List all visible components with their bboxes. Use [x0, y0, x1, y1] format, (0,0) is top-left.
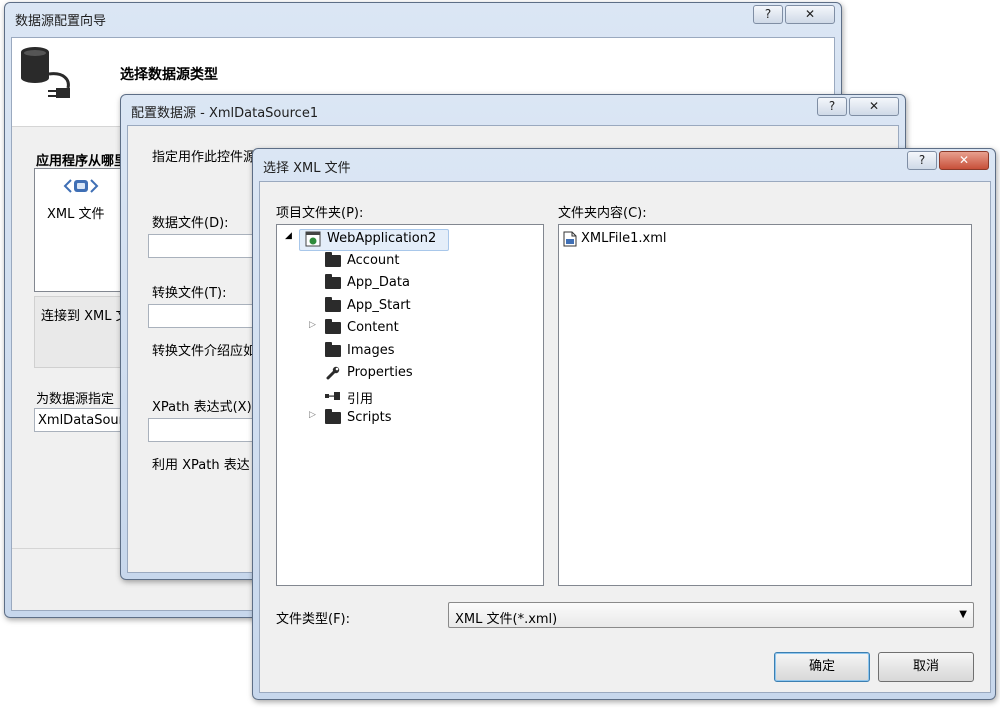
file-type-label: 文件类型(F): — [276, 612, 351, 627]
expand-icon[interactable]: ▷ — [309, 320, 316, 330]
tree-item-label: Images — [347, 343, 395, 358]
tree-item-label: 引用 — [347, 392, 374, 407]
collapse-icon[interactable]: ◢ — [285, 231, 292, 241]
folder-icon — [325, 297, 341, 312]
data-file-label: 数据文件(D): — [152, 216, 229, 231]
help-icon: ? — [918, 153, 926, 167]
id-input[interactable]: XmlDataSour — [34, 408, 134, 432]
reference-icon — [325, 392, 340, 400]
xml-file-icon — [563, 231, 577, 247]
xpath-input[interactable] — [148, 418, 258, 442]
id-label: 为数据源指定 — [36, 392, 115, 407]
wizard-header-title: 选择数据源类型 — [120, 67, 218, 83]
data-source-type-list[interactable]: XML 文件 — [34, 168, 134, 292]
project-folders-label: 项目文件夹(P): — [276, 206, 364, 221]
data-file-input[interactable] — [148, 234, 258, 258]
chevron-down-icon: ▼ — [959, 609, 967, 620]
wizard-titlebar[interactable]: 数据源配置向导 ? ✕ — [5, 3, 841, 33]
web-project-icon — [305, 231, 321, 247]
configure-help-button[interactable]: ? — [817, 97, 847, 116]
tree-item-label: App_Data — [347, 275, 410, 290]
help-icon: ? — [764, 7, 772, 21]
folder-contents-list[interactable]: XMLFile1.xml — [558, 224, 972, 586]
folder-icon — [325, 319, 341, 334]
folder-contents-label: 文件夹内容(C): — [558, 206, 647, 221]
tree-item-label: Account — [347, 253, 400, 268]
select-xml-file-window: 选择 XML 文件 ? ✕ 项目文件夹(P): 文件夹内容(C): ◢ WebA… — [252, 148, 996, 700]
help-icon: ? — [828, 99, 836, 113]
description-box: 连接到 XML 文 — [34, 296, 134, 368]
cancel-button[interactable]: 取消 — [878, 652, 974, 682]
file-type-value: XML 文件(*.xml) — [455, 612, 558, 627]
tree-item-label: App_Start — [347, 298, 411, 313]
project-folder-tree[interactable]: ◢ WebApplication2 Account App_Data App_S… — [276, 224, 544, 586]
folder-icon — [325, 409, 341, 424]
tree-item-label: Scripts — [347, 410, 392, 425]
ok-button[interactable]: 确定 — [774, 652, 870, 682]
xpath-label: XPath 表达式(X) — [152, 400, 252, 415]
wizard-question-label: 应用程序从哪里 — [36, 154, 128, 169]
ok-button-label: 确定 — [808, 659, 835, 674]
description-text: 连接到 XML 文 — [41, 309, 129, 324]
close-icon: ✕ — [958, 153, 970, 167]
wizard-title: 数据源配置向导 — [15, 14, 107, 29]
xml-file-icon — [63, 179, 99, 193]
tree-item-label: Properties — [347, 365, 413, 380]
wrench-icon — [326, 366, 340, 380]
configure-titlebar[interactable]: 配置数据源 - XmlDataSource1 ? ✕ — [121, 95, 905, 125]
select-xml-close-button[interactable]: ✕ — [939, 151, 989, 170]
configure-instruction: 指定用作此控件源 — [152, 150, 257, 165]
wizard-help-button[interactable]: ? — [753, 5, 783, 24]
xml-file-item-label: XML 文件 — [47, 207, 105, 222]
wizard-close-button[interactable]: ✕ — [785, 5, 835, 24]
tree-item-label: Content — [347, 320, 399, 335]
id-input-value: XmlDataSour — [38, 413, 125, 428]
file-type-select[interactable]: XML 文件(*.xml) ▼ — [448, 602, 974, 628]
select-xml-client: 项目文件夹(P): 文件夹内容(C): ◢ WebApplication2 Ac… — [259, 181, 991, 693]
expand-icon[interactable]: ▷ — [309, 410, 316, 420]
select-xml-titlebar[interactable]: 选择 XML 文件 ? ✕ — [253, 149, 995, 179]
configure-title: 配置数据源 - XmlDataSource1 — [131, 106, 319, 121]
folder-icon — [325, 274, 341, 289]
close-icon: ✕ — [868, 99, 880, 113]
file-name: XMLFile1.xml — [581, 231, 667, 246]
transform-file-label: 转换文件(T): — [152, 286, 227, 301]
database-plug-icon — [21, 47, 70, 98]
folder-icon — [325, 252, 341, 267]
close-icon: ✕ — [804, 7, 816, 21]
transform-file-hint: 转换文件介绍应如 — [152, 344, 257, 359]
folder-icon — [325, 342, 341, 357]
select-xml-help-button[interactable]: ? — [907, 151, 937, 170]
tree-root-label: WebApplication2 — [327, 231, 437, 246]
cancel-button-label: 取消 — [912, 659, 939, 674]
configure-close-button[interactable]: ✕ — [849, 97, 899, 116]
xpath-hint: 利用 XPath 表达 — [152, 458, 250, 473]
select-xml-title: 选择 XML 文件 — [263, 161, 351, 176]
transform-file-input[interactable] — [148, 304, 258, 328]
